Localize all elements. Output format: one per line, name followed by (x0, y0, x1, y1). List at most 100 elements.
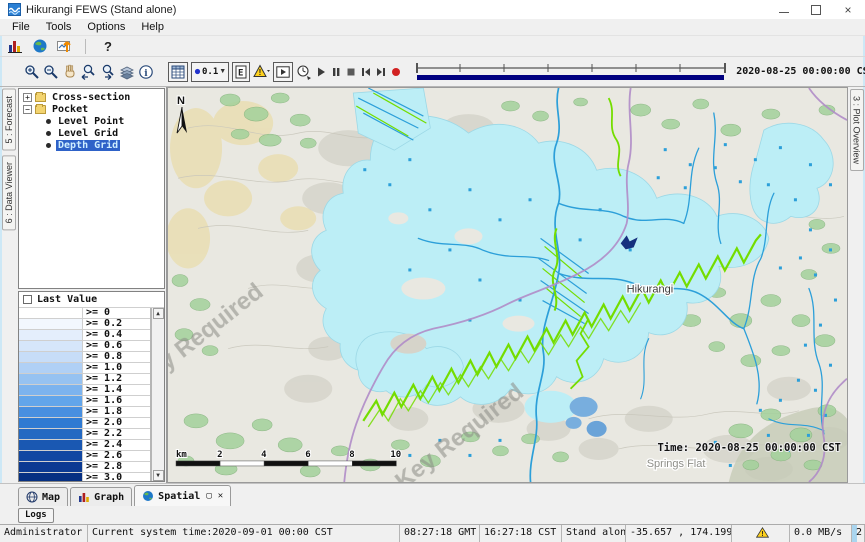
legend-row[interactable]: >= 1.6 (19, 396, 150, 407)
legend-row[interactable]: >= 2.2 (19, 429, 150, 440)
menu-file[interactable]: File (4, 20, 38, 34)
menu-tools[interactable]: Tools (38, 20, 80, 34)
menu-options[interactable]: Options (79, 20, 133, 34)
tab-spatial[interactable]: Spatial ▢ ✕ (134, 485, 231, 506)
legend-row[interactable]: >= 0.6 (19, 341, 150, 352)
legend-row[interactable]: >= 0.8 (19, 352, 150, 363)
zoom-next-icon[interactable] (100, 62, 116, 82)
legend-row[interactable]: >= 1.2 (19, 374, 150, 385)
color-swatch (19, 440, 83, 450)
svg-text:2: 2 (217, 450, 222, 460)
legend-row[interactable]: >= 3.0 (19, 473, 150, 481)
timeseries-display-icon[interactable] (6, 38, 23, 54)
status-gmt-time: 08:27:18 GMT (400, 525, 480, 542)
record-button-icon[interactable] (390, 62, 402, 82)
spatial-display-icon[interactable] (56, 38, 73, 54)
maximize-button-icon[interactable] (811, 5, 821, 15)
tree-item-level-point[interactable]: Level Point (19, 115, 164, 127)
color-swatch (19, 330, 83, 340)
layer-tree: + Cross-section − Pocket Level Point Lev… (18, 88, 165, 289)
skip-to-end-icon[interactable] (375, 62, 387, 82)
menu-help[interactable]: Help (133, 20, 172, 34)
tab-maximize-icon[interactable]: ▢ (206, 491, 211, 501)
color-swatch (19, 319, 83, 329)
expand-icon[interactable]: + (23, 93, 32, 102)
status-memory: 2.5 GB (852, 525, 865, 542)
timeline-slider[interactable] (415, 62, 727, 82)
tree-item-pocket[interactable]: − Pocket (19, 103, 164, 115)
pan-hand-icon[interactable] (62, 62, 78, 82)
svg-text:km: km (176, 450, 187, 460)
collapse-icon[interactable]: − (23, 105, 32, 114)
contour-interval-dropdown[interactable]: 0.1 ▼ (191, 62, 229, 82)
zoom-out-icon[interactable] (43, 62, 59, 82)
app-logo-icon (8, 3, 21, 16)
last-value-label: Last Value (37, 294, 97, 305)
tab-map[interactable]: Map (18, 487, 68, 506)
legend-row[interactable]: >= 1.0 (19, 363, 150, 374)
tree-item-depth-grid[interactable]: Depth Grid (19, 139, 164, 151)
animation-player-button[interactable] (273, 62, 293, 82)
legend-row[interactable]: >= 0.2 (19, 319, 150, 330)
legend-class-list: >= 0 >= 0.2 >= 0.4 >= 0.6 >= 0.8 >= 1.0 … (19, 308, 151, 481)
logs-row: Logs (0, 506, 865, 524)
last-value-checkbox[interactable] (23, 295, 32, 304)
map-viewport[interactable]: API Key Required API Key Required Hikura… (167, 87, 848, 483)
zoom-previous-icon[interactable] (81, 62, 97, 82)
right-tab-strip: 3 : Plot Overview (848, 87, 865, 483)
legend-row[interactable]: >= 2.8 (19, 462, 150, 473)
tree-item-cross-section[interactable]: + Cross-section (19, 91, 164, 103)
legend-row[interactable]: >= 2.6 (19, 451, 150, 462)
skip-to-start-icon[interactable] (360, 62, 372, 82)
legend-button[interactable]: E (232, 62, 250, 82)
warning-threshold-dropdown[interactable]: ! (253, 62, 270, 82)
scroll-down-icon[interactable]: ▼ (153, 470, 164, 481)
map-canvas[interactable]: API Key Required API Key Required Hikura… (168, 88, 847, 482)
chevron-down-icon: ▼ (219, 68, 226, 75)
status-warning[interactable]: ! (732, 525, 790, 542)
legend-row[interactable]: >= 0 (19, 308, 150, 319)
pause-button-icon[interactable] (330, 62, 342, 82)
timeline-timestamp: 2020-08-25 00:00:00 CST (736, 66, 865, 77)
map-scalebar-segments (176, 461, 396, 466)
close-button-icon[interactable]: × (843, 5, 853, 15)
legend-row[interactable]: >= 2.0 (19, 418, 150, 429)
left-panel: + Cross-section − Pocket Level Point Lev… (17, 87, 167, 483)
contour-interval-value: 0.1 (202, 67, 218, 77)
help-button[interactable]: ? (98, 39, 118, 54)
tab-forecast[interactable]: 5 : Forecast (2, 89, 16, 151)
color-swatch (19, 374, 83, 384)
bottom-tab-bar: Map Graph Spatial ▢ ✕ (0, 483, 865, 506)
legend-row[interactable]: >= 2.4 (19, 440, 150, 451)
legend-row[interactable]: >= 1.4 (19, 385, 150, 396)
title-bar: Hikurangi FEWS (Stand alone) × (0, 0, 865, 19)
map-toolbar: i 0.1 ▼ E ! (0, 57, 865, 87)
legend-row[interactable]: >= 0.4 (19, 330, 150, 341)
svg-text:N: N (177, 95, 185, 107)
legend-scrollbar[interactable]: ▲ ▼ (151, 308, 164, 481)
tab-close-icon[interactable]: ✕ (218, 491, 223, 501)
zoom-in-icon[interactable] (24, 62, 40, 82)
tab-graph[interactable]: Graph (70, 487, 132, 506)
bar-chart-icon (78, 491, 90, 503)
animation-timer-icon[interactable] (296, 62, 312, 82)
color-swatch (19, 352, 83, 362)
window-title: Hikurangi FEWS (Stand alone) (26, 4, 779, 16)
status-user: Administrator (0, 525, 88, 542)
minimize-button-icon[interactable] (779, 7, 789, 13)
svg-text:10: 10 (390, 450, 401, 460)
play-button-icon[interactable] (315, 62, 327, 82)
bullet-icon (46, 131, 51, 136)
info-icon[interactable]: i (138, 62, 154, 82)
scroll-up-icon[interactable]: ▲ (153, 308, 164, 319)
grid-display-button[interactable] (168, 62, 188, 82)
legend-row[interactable]: >= 1.8 (19, 407, 150, 418)
layers-icon[interactable] (119, 62, 135, 82)
tree-item-level-grid[interactable]: Level Grid (19, 127, 164, 139)
tab-data-viewer[interactable]: 6 : Data Viewer (2, 155, 16, 230)
logs-button[interactable]: Logs (18, 508, 54, 523)
tab-plot-overview[interactable]: 3 : Plot Overview (850, 89, 864, 171)
color-swatch (19, 385, 83, 395)
map-display-icon[interactable] (31, 38, 48, 54)
stop-button-icon[interactable] (345, 62, 357, 82)
